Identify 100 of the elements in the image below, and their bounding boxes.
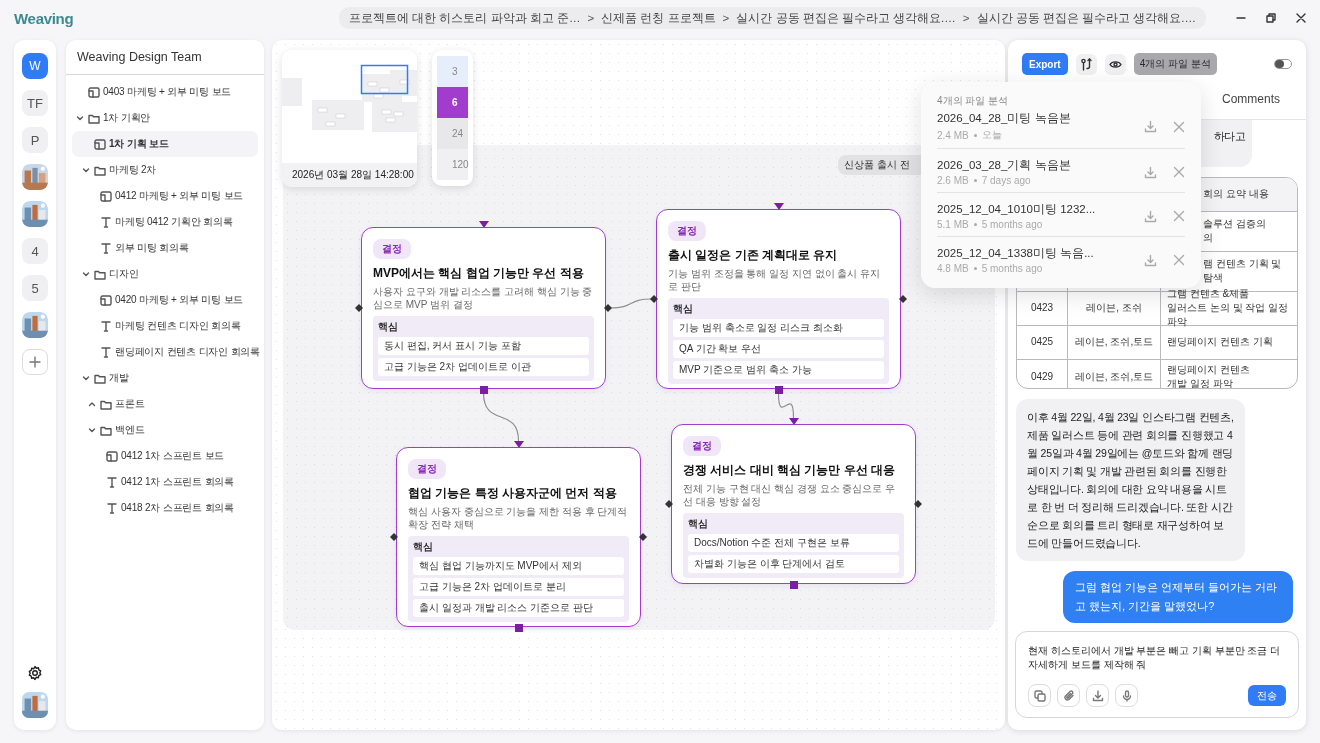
text-icon [100, 346, 112, 358]
restore-icon[interactable] [1266, 13, 1276, 23]
key-point: 출시 일정과 개발 리소스 기준으로 판단 [413, 599, 624, 617]
file-size: 2.4 MB [937, 129, 969, 141]
add-button[interactable] [22, 349, 48, 375]
key-points-label: 핵심 [378, 320, 399, 334]
decision-tag: 결정 [668, 221, 706, 241]
chevron-icon[interactable] [87, 426, 96, 434]
workspace-item[interactable]: 5 [22, 275, 48, 301]
side-handle[interactable] [639, 533, 647, 541]
side-handle[interactable] [604, 304, 612, 312]
chevron-icon[interactable] [87, 400, 96, 408]
tree-item[interactable]: 디자인 [72, 261, 258, 287]
download-button[interactable] [1086, 684, 1109, 707]
output-handle[interactable] [479, 386, 488, 394]
voice-button[interactable] [1115, 684, 1138, 707]
files-chip[interactable]: 4개의 파일 분석 [1133, 53, 1217, 75]
key-point: 기능 범위 축소로 일정 리스크 최소화 [673, 319, 884, 337]
toggle-switch[interactable] [1274, 59, 1292, 69]
key-points-label: 핵심 [413, 540, 434, 554]
message-field[interactable]: 현재 히스토리에서 개발 부분은 빼고 기획 부분만 조금 더 자세하게 보드를 제작해 줘 전송 [1015, 631, 1299, 718]
output-handle[interactable] [774, 386, 783, 394]
file-name: 2025_12_04_1338미팅 녹음... [937, 246, 1095, 261]
folder-icon [94, 164, 106, 176]
breadcrumb-link[interactable]: 실시간 공동 편집은 필수라고 생각해요.… [736, 10, 956, 26]
workspace-item[interactable] [22, 164, 48, 190]
decision-card[interactable]: 결정 경쟁 서비스 대비 핵심 기능만 우선 대응 전체 기능 구현 대신 핵심 경쟁 요소 중심으로 우선 대응 방향 설정 핵심 Docs/Notion 수준 전체 구현은 보류 차별화 기능은 이후 단계에서 검토 [671, 424, 916, 584]
key-point: Docs/Notion 수준 전체 구현은 보류 [688, 534, 899, 552]
tab[interactable]: Comments [1222, 80, 1280, 119]
connector [609, 298, 653, 309]
microphone-icon [1120, 689, 1133, 702]
side-handle[interactable] [914, 500, 922, 508]
file-age: 5 months ago [981, 219, 1043, 230]
side-handle[interactable] [390, 533, 398, 541]
side-handle[interactable] [665, 500, 673, 508]
breadcrumb-link[interactable]: 신제품 런칭 프로젝트 [601, 10, 716, 26]
chevron-icon[interactable] [81, 374, 90, 382]
assistant-message: 이후 4월 22일, 4월 23일 인스타그램 컨텐츠, 제품 일러스트 등에 관련 회의를 진행했고 4월 25일과 4월 29일에는 @토드와 함께 랜딩페이지 기획 및 개발 관련된 회의를 진행한 상태입니다. 회의에 대한 요약 내용을 시트로 한 번 더 정리해 드리겠습니다. 또한 시간순으로 회의를 트리 형태로 재구성하여 보드에 만들어드렸습니다. [1016, 399, 1245, 561]
decision-card[interactable]: 결정 MVP에서는 핵심 협업 기능만 우선 적용 사용자 요구와 개발 리소스를 고려해 핵심 기능 중심으로 MVP 범위 결정 핵심 동시 편집, 커서 표시 기능 포함 고급 기능은 2차 업데이트로 이관 [361, 227, 606, 389]
chevron-icon[interactable] [75, 114, 84, 122]
key-point: MVP 기준으로 범위 축소 가능 [673, 361, 884, 379]
tree-item[interactable]: 랜딩페이지 컨텐츠 디자인 회의록 [72, 339, 258, 365]
file-age: 오늘 [981, 128, 1002, 142]
tree-item[interactable]: 백엔드 [72, 417, 258, 443]
close-icon[interactable] [1296, 13, 1306, 23]
settings-icon[interactable] [27, 665, 43, 681]
tree-item[interactable]: 0420 마케팅 + 외부 미팅 보드 [72, 287, 258, 313]
table-cell: 그램 컨텐츠 &제품 일러스트 논의 및 작업 일정 파악 [1161, 291, 1297, 326]
popup-title: 4개의 파일 분석 [937, 94, 1010, 108]
attach-button[interactable] [1057, 684, 1080, 707]
chevron-icon[interactable] [81, 270, 90, 278]
copy-button[interactable] [1028, 684, 1051, 707]
tree-item[interactable]: 0418 2차 스프린트 회의록 [72, 495, 258, 521]
tree-item[interactable]: 0412 마케팅 + 외부 미팅 보드 [72, 183, 258, 209]
key-points-label: 핵심 [673, 302, 694, 316]
decision-card[interactable]: 결정 협업 기능은 특정 사용자군에 먼저 적용 핵심 사용자 중심으로 기능을 제한 적용 후 단계적 확장 전략 채택 핵심 핵심 협업 기능까지도 MVP에서 제외 고급 기능은 2차 업데이트로 분리 출시 일정과 개발 리소스 기준으로 판단 [396, 447, 641, 627]
table-cell: 레이븐, 조쉬 [1068, 291, 1161, 326]
tree-item[interactable]: 1차 기획 보드 [72, 131, 258, 157]
text-icon [106, 476, 118, 488]
table-cell: 0423 [1017, 291, 1068, 326]
zoom-level[interactable]: 6 [437, 87, 468, 118]
tree-item[interactable]: 0403 마케팅 + 외부 미팅 보드 [72, 79, 258, 105]
tree-item[interactable]: 1차 기획안 [72, 105, 258, 131]
export-button[interactable]: Export [1022, 53, 1068, 75]
tree-item[interactable]: 프론트 [72, 391, 258, 417]
table-cell: 레이븐, 조쉬,토드 [1068, 325, 1161, 360]
preview-button[interactable] [1104, 53, 1126, 75]
minimap[interactable]: 2026년 03월 28일 14:28:00 [282, 50, 417, 187]
output-handle[interactable] [514, 624, 523, 632]
send-button[interactable]: 전송 [1248, 685, 1286, 706]
key-point: 동시 편집, 커서 표시 기능 포함 [378, 337, 589, 355]
decision-card[interactable]: 결정 출시 일정은 기존 계획대로 유지 기능 범위 조정을 통해 일정 지연 없이 출시 유지로 판단 핵심 기능 범위 축소로 일정 리스크 최소화 QA 기간 확보 우선 MVP 기준으로 범위 축소 가능 [656, 209, 901, 389]
workspace-item[interactable] [22, 312, 48, 338]
branch-button[interactable] [1075, 53, 1097, 75]
key-point: 차별화 기능은 이후 단계에서 검토 [688, 555, 899, 573]
side-handle[interactable] [355, 304, 363, 312]
tree-item[interactable]: 0412 1차 스프린트 보드 [72, 443, 258, 469]
key-point: QA 기간 확보 우선 [673, 340, 884, 358]
workspace-item[interactable]: W [22, 53, 48, 79]
output-handle[interactable] [789, 581, 798, 589]
card-description: 기능 범위 조정을 통해 일정 지연 없이 출시 유지로 판단 [668, 267, 882, 293]
tree-item[interactable]: 0412 1차 스프린트 회의록 [72, 469, 258, 495]
workspace-item[interactable]: P [22, 127, 48, 153]
side-handle[interactable] [650, 295, 658, 303]
tree-item[interactable]: 마케팅 컨텐츠 디자인 회의록 [72, 313, 258, 339]
breadcrumb-link[interactable]: 프로젝트에 대한 히스토리 파악과 회고 준… [349, 10, 581, 26]
tree-item[interactable]: 마케팅 2차 [72, 157, 258, 183]
workspace-item[interactable] [22, 201, 48, 227]
workspace-item[interactable]: 4 [22, 238, 48, 264]
separator-dot [973, 267, 977, 270]
tree-item[interactable]: 마케팅 0412 기획안 회의록 [72, 209, 258, 235]
workspace-item[interactable]: TF [22, 90, 48, 116]
chevron-icon[interactable] [81, 166, 90, 174]
side-handle[interactable] [899, 295, 907, 303]
file-name: 2025_12_04_1010미팅 1232... [937, 202, 1097, 217]
tree-item[interactable]: 외부 미팅 회의록 [72, 235, 258, 261]
paperclip-icon [1062, 689, 1075, 702]
breadcrumb-link[interactable]: 실시간 공동 편집은 필수라고 생각해요.… [976, 10, 1196, 26]
text-icon [106, 502, 118, 514]
tree-item[interactable]: 개발 [72, 365, 258, 391]
